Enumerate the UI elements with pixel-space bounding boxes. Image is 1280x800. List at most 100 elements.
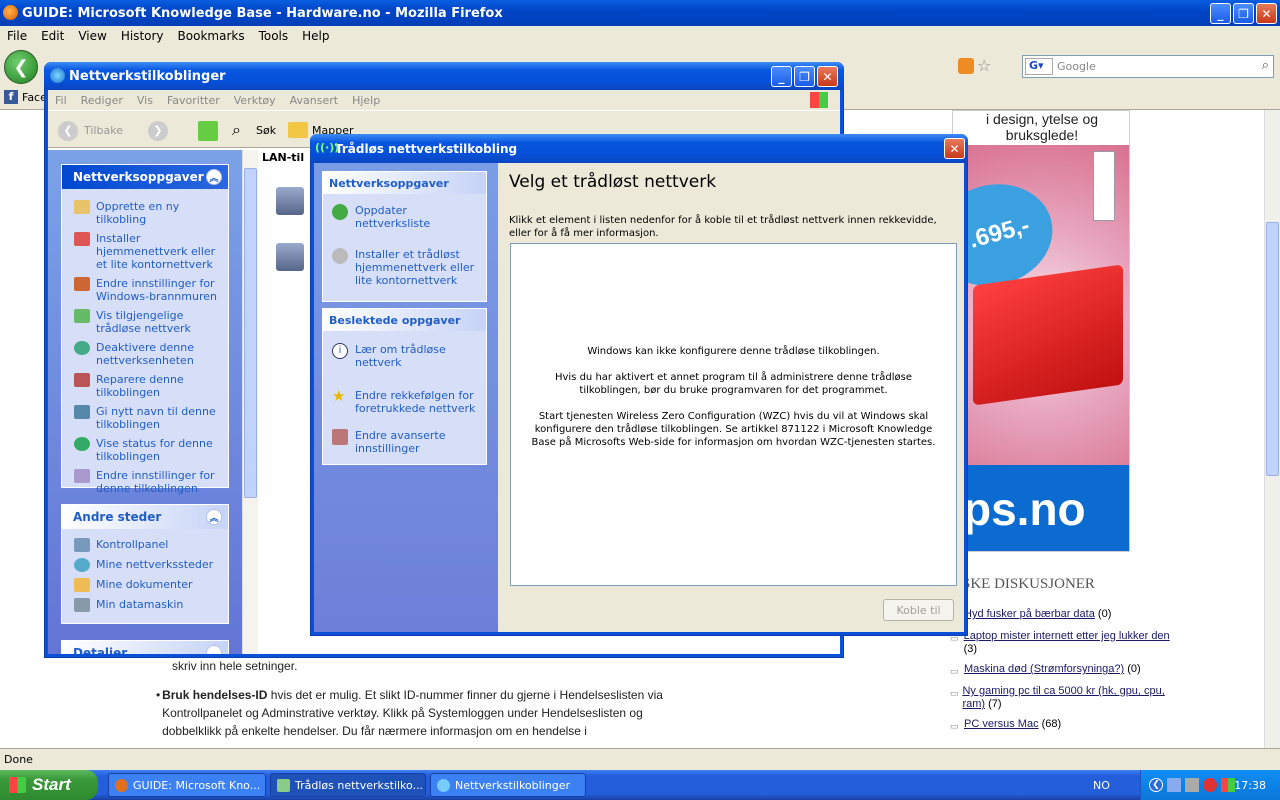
menu-rediger[interactable]: Rediger: [74, 94, 130, 107]
back-label[interactable]: Tilbake: [84, 124, 123, 137]
repair-icon: [74, 373, 90, 387]
place-my-computer[interactable]: Min datamaskin: [62, 595, 228, 615]
task-label: Installer hjemmenettverk eller et lite k…: [96, 232, 216, 271]
discussion-link[interactable]: Maskina død (Strømforsyninga?): [964, 663, 1124, 675]
menu-favoritter[interactable]: Favoritter: [160, 94, 227, 107]
task-label: Endre avanserte innstillinger: [355, 429, 446, 455]
menu-verktoy[interactable]: Verktøy: [227, 94, 283, 107]
discussion-link[interactable]: PC versus Mac: [964, 718, 1039, 730]
collapse-icon[interactable]: ︽: [206, 645, 222, 654]
rss-icon[interactable]: [958, 58, 974, 74]
discussion-link[interactable]: Hyd fusker på bærbar data: [964, 608, 1095, 620]
star-icon[interactable]: ☆: [977, 56, 991, 75]
back-button[interactable]: ❮: [4, 50, 38, 84]
security-tray-icon[interactable]: [1203, 778, 1217, 792]
task-disable-device[interactable]: Deaktivere denne nettverksenheten: [62, 338, 228, 370]
menu-avansert[interactable]: Avansert: [283, 94, 345, 107]
scrollbar-thumb[interactable]: [1266, 222, 1279, 476]
task-change-settings[interactable]: Endre innstillinger for denne tilkobling…: [62, 466, 228, 498]
page-scrollbar[interactable]: [1264, 110, 1280, 748]
panel-title: Nettverksoppgaver: [323, 172, 486, 194]
task-repair[interactable]: Reparere denne tilkoblingen: [62, 370, 228, 402]
menu-file[interactable]: File: [0, 29, 34, 43]
magnifier-icon[interactable]: ⌕: [1262, 58, 1269, 73]
menu-tools[interactable]: Tools: [252, 29, 296, 43]
search-label[interactable]: Søk: [256, 124, 276, 137]
task-label: Lær om trådløse nettverk: [355, 343, 446, 369]
menu-view[interactable]: View: [71, 29, 113, 43]
msi-logo: [1093, 151, 1115, 221]
search-placeholder: Google: [1057, 60, 1096, 73]
panel-header[interactable]: Nettverksoppgaver ︽: [62, 165, 228, 189]
close-button[interactable]: ✕: [1256, 3, 1277, 24]
menu-bookmarks[interactable]: Bookmarks: [171, 29, 252, 43]
taskbar-item-network[interactable]: Nettverkstilkoblinger: [430, 773, 586, 797]
panel-header[interactable]: Detaljer ︽: [62, 641, 228, 654]
connect-button[interactable]: Koble til: [883, 599, 954, 621]
task-pane-scrollbar[interactable]: [242, 150, 258, 654]
minimize-button[interactable]: _: [1210, 3, 1231, 24]
taskbar-item-firefox[interactable]: GUIDE: Microsoft Kno...: [108, 773, 266, 797]
setup-wireless-network[interactable]: Installer et trådløst hjemmenettverk ell…: [323, 236, 486, 293]
place-label: Min datamaskin: [96, 598, 184, 611]
clock[interactable]: 17:38: [1234, 779, 1266, 792]
dialog-close-button[interactable]: ✕: [944, 138, 965, 159]
google-engine-icon[interactable]: G▾: [1025, 58, 1053, 75]
panel-title: Beslektede oppgaver: [323, 309, 486, 331]
volume-tray-icon[interactable]: [1185, 778, 1199, 792]
list-item: ▭ Laptop mister internett etter jeg lukke…: [950, 630, 1180, 656]
discussion-link[interactable]: Laptop mister internett etter jeg lukker…: [964, 630, 1170, 642]
panel-header[interactable]: Andre steder ︽: [62, 505, 228, 529]
home-network-icon: [74, 232, 90, 246]
explorer-close-button[interactable]: ✕: [817, 66, 838, 87]
search-icon[interactable]: ⌕: [232, 120, 241, 140]
change-preferred-order[interactable]: ★ Endre rekkefølgen for foretrukkede nett…: [323, 375, 486, 421]
refresh-network-list[interactable]: Oppdater nettverksliste: [323, 198, 486, 236]
back-arrow-icon[interactable]: ❮: [58, 121, 78, 141]
task-status[interactable]: Vise status for denne tilkoblingen: [62, 434, 228, 466]
taskbar-item-wireless[interactable]: Trådløs nettverkstilko...: [270, 773, 426, 797]
search-input[interactable]: G▾ Google ⌕: [1022, 55, 1274, 78]
maximize-button[interactable]: ❐: [1233, 3, 1254, 24]
task-rename[interactable]: Gi nytt navn til denne tilkoblingen: [62, 402, 228, 434]
task-view-wireless[interactable]: Vis tilgjengelige trådløse nettverk: [62, 306, 228, 338]
change-advanced-settings[interactable]: Endre avanserte innstillinger: [323, 421, 486, 461]
network-connection-icon[interactable]: [276, 187, 304, 215]
windows-tray-icon[interactable]: [1221, 778, 1235, 792]
explorer-title: Nettverkstilkoblinger: [69, 68, 226, 84]
menu-history[interactable]: History: [114, 29, 171, 43]
place-label: Kontrollpanel: [96, 538, 169, 551]
network-list[interactable]: Windows kan ikke konfigurere denne trådl…: [510, 243, 957, 586]
explorer-minimize-button[interactable]: _: [771, 66, 792, 87]
wireless-connection-icon[interactable]: [276, 243, 304, 271]
folders-icon[interactable]: [288, 122, 308, 138]
place-control-panel[interactable]: Kontrollpanel: [62, 535, 228, 555]
status-bar: Done: [0, 748, 1280, 770]
scrollbar-thumb[interactable]: [244, 168, 257, 498]
menu-hjelp[interactable]: Hjelp: [345, 94, 387, 107]
task-new-connection[interactable]: Opprette en ny tilkobling: [62, 197, 228, 229]
collapse-icon[interactable]: ︽: [206, 509, 222, 525]
task-firewall[interactable]: Endre innstillinger for Windows-brannmur…: [62, 274, 228, 306]
task-home-network[interactable]: Installer hjemmenettverk eller et lite k…: [62, 229, 228, 274]
learn-wireless[interactable]: i Lær om trådløse nettverk: [323, 337, 486, 375]
forward-arrow-icon[interactable]: ❯: [148, 121, 168, 141]
menu-fil[interactable]: Fil: [48, 94, 74, 107]
menu-help[interactable]: Help: [295, 29, 336, 43]
collapse-icon[interactable]: ︽: [206, 169, 222, 185]
place-network-places[interactable]: Mine nettverkssteder: [62, 555, 228, 575]
explorer-maximize-button[interactable]: ❐: [794, 66, 815, 87]
firefox-icon: [115, 779, 128, 792]
up-folder-icon[interactable]: [198, 121, 218, 141]
menu-bar: File Edit View History Bookmarks Tools H…: [0, 26, 1280, 46]
menu-vis[interactable]: Vis: [130, 94, 160, 107]
advertisement[interactable]: i design, ytelse og bruksglede! 7.695,- …: [952, 110, 1130, 552]
language-indicator[interactable]: NO: [1093, 779, 1110, 792]
start-button[interactable]: Start: [0, 770, 98, 800]
menu-edit[interactable]: Edit: [34, 29, 71, 43]
facebook-icon[interactable]: f: [4, 90, 18, 104]
computer-icon: [74, 598, 90, 612]
place-my-documents[interactable]: Mine dokumenter: [62, 575, 228, 595]
network-tray-icon[interactable]: [1167, 778, 1181, 792]
tray-expand-icon[interactable]: ❮: [1149, 778, 1163, 792]
